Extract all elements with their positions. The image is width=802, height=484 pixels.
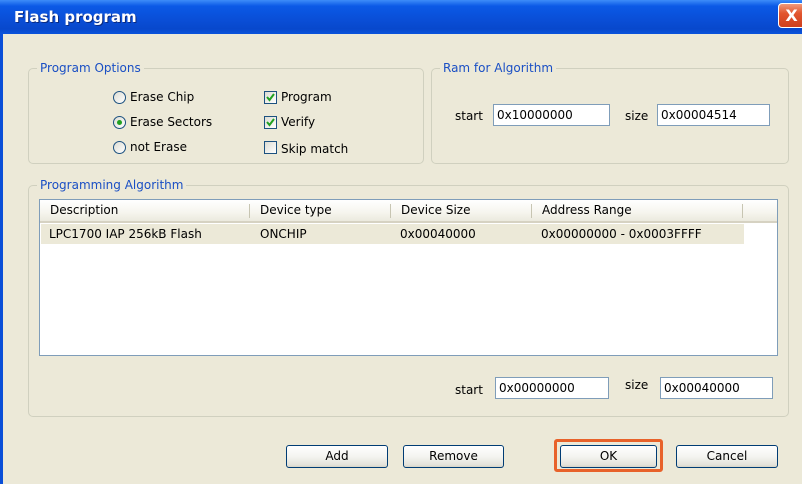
erase-sectors-label: Erase Sectors	[130, 115, 213, 129]
ram-size-input[interactable]: 0x00004514	[657, 104, 770, 126]
ram-start-label: start	[455, 109, 483, 123]
program-checkbox[interactable]	[264, 91, 277, 104]
flash-program-dialog: Flash program X Program Options Erase Ch…	[0, 0, 802, 484]
not-erase-radio[interactable]	[113, 141, 126, 154]
column-separator[interactable]	[742, 204, 743, 218]
ram-size-label: size	[625, 109, 649, 123]
checkmark-icon	[266, 118, 275, 127]
column-header-address-range[interactable]: Address Range	[532, 200, 742, 221]
verify-checkbox-label: Verify	[281, 115, 316, 129]
row-address-range: 0x00000000 - 0x0003FFFF	[541, 227, 702, 241]
algo-start-input[interactable]: 0x00000000	[495, 377, 609, 399]
add-button[interactable]: Add	[286, 445, 388, 468]
skip-match-checkbox-label: Skip match	[281, 142, 349, 156]
dialog-client-area: Program Options Erase Chip Erase Sectors…	[3, 34, 802, 484]
algo-size-input[interactable]: 0x00040000	[660, 377, 773, 399]
program-options-group: Program Options Erase Chip Erase Sectors…	[28, 61, 424, 164]
algo-size-label: size	[625, 378, 649, 392]
list-item[interactable]: LPC1700 IAP 256kB Flash ONCHIP 0x0004000…	[41, 224, 744, 244]
window-title: Flash program	[14, 8, 137, 26]
ram-for-algorithm-group: Ram for Algorithm start 0x10000000 size …	[431, 61, 789, 164]
not-erase-label: not Erase	[130, 140, 187, 154]
row-device-type: ONCHIP	[260, 227, 307, 241]
row-device-size: 0x00040000	[400, 227, 476, 241]
programming-algorithm-legend: Programming Algorithm	[37, 178, 187, 192]
algo-start-label: start	[455, 383, 483, 397]
ram-for-algorithm-legend: Ram for Algorithm	[440, 61, 557, 75]
close-icon[interactable]: X	[778, 3, 802, 28]
title-bar[interactable]: Flash program X	[0, 0, 802, 34]
column-header-description[interactable]: Description	[40, 200, 250, 221]
skip-match-checkbox[interactable]	[264, 141, 277, 154]
ram-start-input[interactable]: 0x10000000	[493, 104, 610, 126]
erase-chip-label: Erase Chip	[130, 90, 195, 104]
algorithm-list[interactable]: Description Device type Device Size Addr…	[39, 199, 778, 356]
erase-sectors-radio[interactable]	[113, 116, 126, 129]
program-checkbox-label: Program	[281, 90, 332, 104]
cancel-button[interactable]: Cancel	[676, 445, 778, 468]
checkmark-icon	[266, 93, 275, 102]
remove-button[interactable]: Remove	[403, 445, 504, 468]
programming-algorithm-group: Programming Algorithm Description Device…	[28, 178, 789, 417]
erase-chip-radio[interactable]	[113, 91, 126, 104]
column-header-device-type[interactable]: Device type	[250, 200, 390, 221]
verify-checkbox[interactable]	[264, 116, 277, 129]
algorithm-list-header: Description Device type Device Size Addr…	[40, 200, 777, 223]
ok-button[interactable]: OK	[560, 445, 657, 468]
row-description: LPC1700 IAP 256kB Flash	[49, 227, 202, 241]
program-options-legend: Program Options	[37, 61, 144, 75]
column-header-device-size[interactable]: Device Size	[391, 200, 531, 221]
